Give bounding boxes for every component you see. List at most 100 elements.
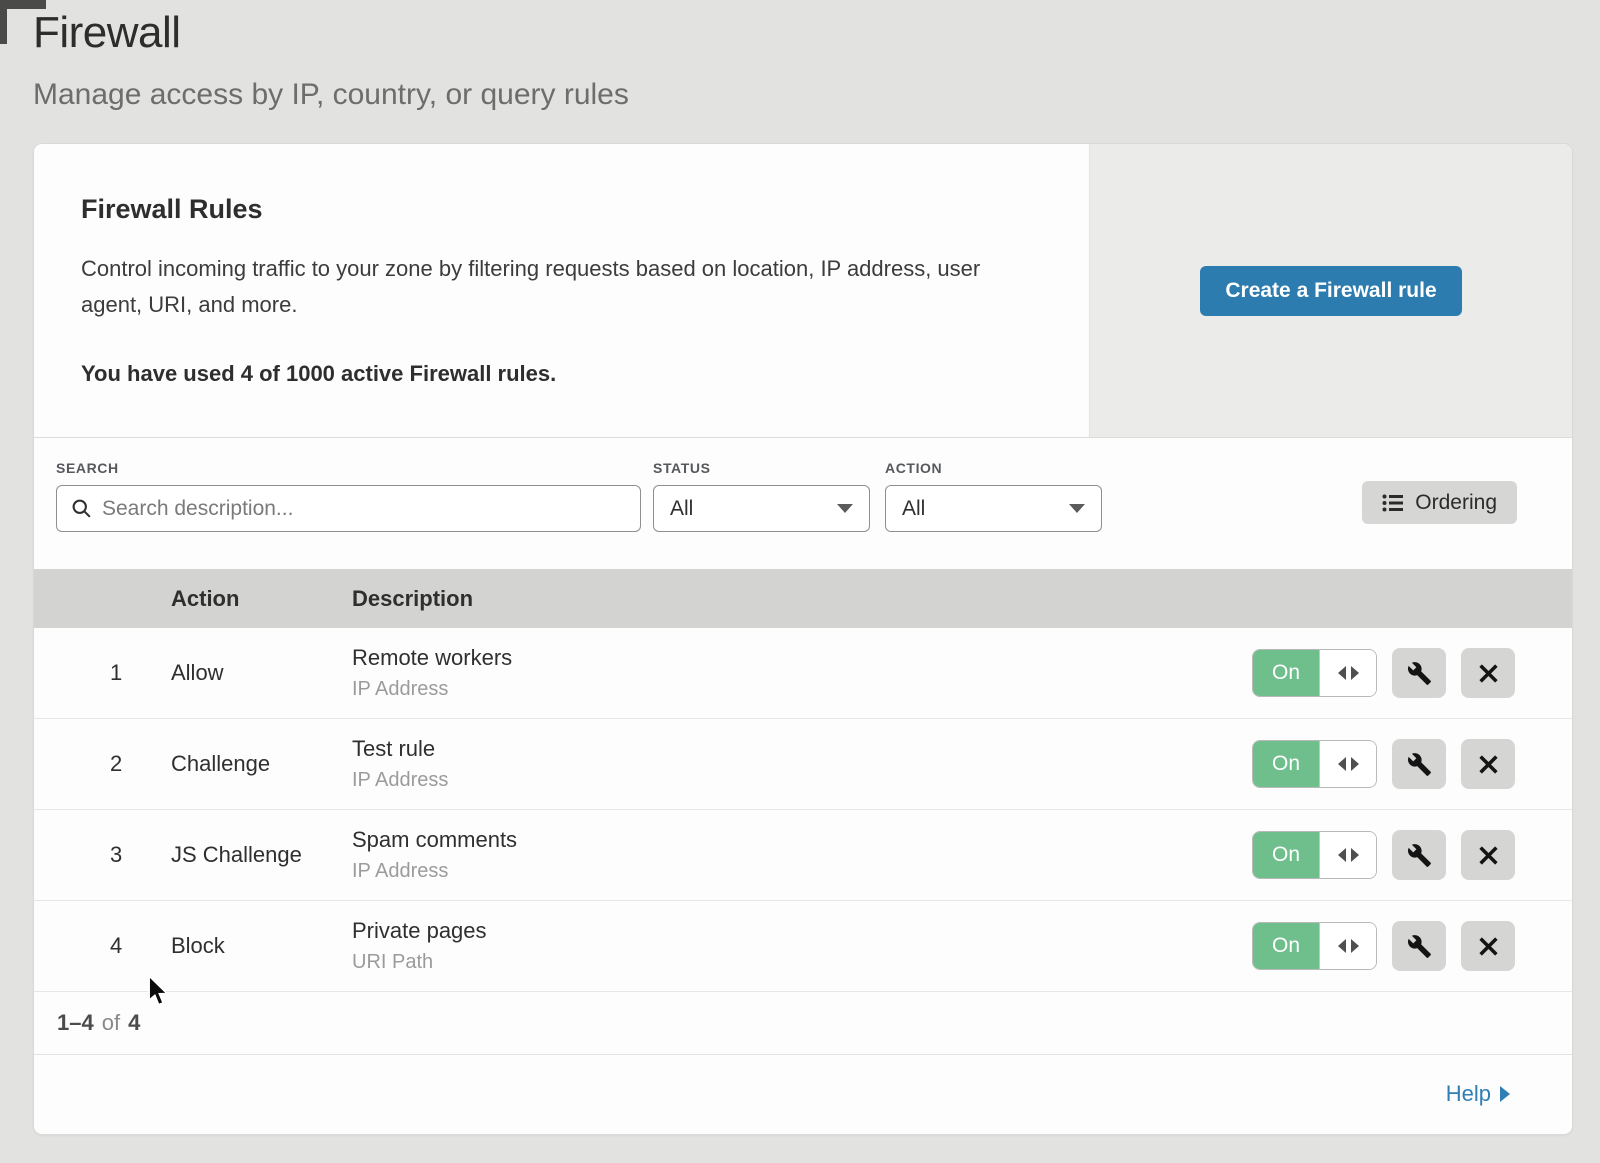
- filter-bar: SEARCH STATUS All ACTION: [34, 438, 1572, 569]
- rule-description-cell: Remote workers IP Address: [352, 645, 1252, 701]
- rule-enabled-toggle[interactable]: On: [1252, 922, 1377, 970]
- wrench-icon: [1407, 752, 1432, 777]
- page-title: Firewall: [33, 8, 181, 58]
- page-subtitle: Manage access by IP, country, or query r…: [33, 78, 629, 112]
- wrench-icon: [1407, 843, 1432, 868]
- rule-controls: On: [1252, 830, 1572, 880]
- usage-summary: You have used 4 of 1000 active Firewall …: [81, 361, 1041, 387]
- arrow-left-icon: [1338, 757, 1346, 771]
- rule-match-type: IP Address: [352, 860, 1252, 883]
- rule-action: JS Challenge: [171, 842, 352, 868]
- toggle-on-label: On: [1253, 832, 1319, 878]
- arrow-right-icon: [1351, 848, 1359, 862]
- edit-rule-button[interactable]: [1392, 921, 1446, 971]
- toggle-handle[interactable]: [1319, 832, 1376, 878]
- action-column-header: Action: [171, 586, 352, 612]
- status-select[interactable]: All: [653, 485, 870, 532]
- delete-rule-button[interactable]: [1461, 921, 1515, 971]
- chevron-down-icon: [837, 504, 853, 513]
- close-icon: [1478, 936, 1499, 957]
- create-rule-panel: Create a Firewall rule: [1089, 144, 1572, 437]
- rule-controls: On: [1252, 648, 1572, 698]
- close-icon: [1478, 845, 1499, 866]
- toggle-handle[interactable]: [1319, 741, 1376, 787]
- ordering-button-label: Ordering: [1415, 491, 1497, 515]
- rule-match-type: IP Address: [352, 769, 1252, 792]
- rule-enabled-toggle[interactable]: On: [1252, 740, 1377, 788]
- action-select[interactable]: All: [885, 485, 1102, 532]
- arrow-left-icon: [1338, 666, 1346, 680]
- rule-description-cell: Spam comments IP Address: [352, 827, 1252, 883]
- rule-match-type: URI Path: [352, 951, 1252, 974]
- arrow-right-icon: [1351, 757, 1359, 771]
- table-row: 4 Block Private pages URI Path On: [34, 901, 1572, 992]
- toggle-on-label: On: [1253, 741, 1319, 787]
- overview-heading: Firewall Rules: [81, 194, 1041, 225]
- search-input[interactable]: [102, 497, 626, 521]
- toggle-on-label: On: [1253, 650, 1319, 696]
- overview-section: Firewall Rules Control incoming traffic …: [34, 144, 1572, 438]
- pagination-of: of: [102, 1010, 120, 1036]
- table-row: 3 JS Challenge Spam comments IP Address …: [34, 810, 1572, 901]
- rule-description: Private pages: [352, 918, 1252, 944]
- close-icon: [1478, 663, 1499, 684]
- rule-description: Remote workers: [352, 645, 1252, 671]
- status-filter-group: STATUS All: [653, 460, 870, 532]
- rule-description-cell: Private pages URI Path: [352, 918, 1252, 974]
- delete-rule-button[interactable]: [1461, 648, 1515, 698]
- toggle-on-label: On: [1253, 923, 1319, 969]
- delete-rule-button[interactable]: [1461, 739, 1515, 789]
- delete-rule-button[interactable]: [1461, 830, 1515, 880]
- pagination: 1–4 of 4: [34, 992, 1572, 1055]
- chevron-down-icon: [1069, 504, 1085, 513]
- pagination-total: 4: [128, 1010, 140, 1036]
- status-label: STATUS: [653, 460, 870, 476]
- arrow-right-icon: [1351, 939, 1359, 953]
- rule-priority: 2: [34, 751, 171, 777]
- rule-action: Allow: [171, 660, 352, 686]
- create-firewall-rule-button[interactable]: Create a Firewall rule: [1200, 266, 1461, 316]
- overview-description: Control incoming traffic to your zone by…: [81, 251, 1031, 323]
- edit-rule-button[interactable]: [1392, 830, 1446, 880]
- rule-description: Spam comments: [352, 827, 1252, 853]
- firewall-rules-card: Firewall Rules Control incoming traffic …: [33, 143, 1573, 1135]
- rule-enabled-toggle[interactable]: On: [1252, 831, 1377, 879]
- search-input-wrap: [56, 485, 641, 532]
- rule-match-type: IP Address: [352, 678, 1252, 701]
- edit-rule-button[interactable]: [1392, 739, 1446, 789]
- firewall-page: Firewall Manage access by IP, country, o…: [0, 0, 1600, 1163]
- rule-description-cell: Test rule IP Address: [352, 736, 1252, 792]
- search-filter-group: SEARCH: [56, 460, 641, 532]
- arrow-left-icon: [1338, 848, 1346, 862]
- action-filter-group: ACTION All: [885, 460, 1102, 532]
- rule-enabled-toggle[interactable]: On: [1252, 649, 1377, 697]
- rule-priority: 1: [34, 660, 171, 686]
- action-label: ACTION: [885, 460, 1102, 476]
- search-label: SEARCH: [56, 460, 641, 476]
- rule-description: Test rule: [352, 736, 1252, 762]
- window-edge-artifact: [0, 0, 7, 44]
- table-row: 1 Allow Remote workers IP Address On: [34, 628, 1572, 719]
- arrow-right-icon: [1351, 666, 1359, 680]
- rule-priority: 4: [34, 933, 171, 959]
- status-selected-value: All: [670, 497, 693, 521]
- edit-rule-button[interactable]: [1392, 648, 1446, 698]
- wrench-icon: [1407, 934, 1432, 959]
- rule-controls: On: [1252, 739, 1572, 789]
- toggle-handle[interactable]: [1319, 923, 1376, 969]
- arrow-left-icon: [1338, 939, 1346, 953]
- pagination-range: 1–4: [57, 1010, 94, 1036]
- action-selected-value: All: [902, 497, 925, 521]
- rule-controls: On: [1252, 921, 1572, 971]
- help-link[interactable]: Help: [1446, 1081, 1510, 1107]
- toggle-handle[interactable]: [1319, 650, 1376, 696]
- ordering-list-icon: [1382, 493, 1404, 513]
- table-row: 2 Challenge Test rule IP Address On: [34, 719, 1572, 810]
- rule-action: Block: [171, 933, 352, 959]
- ordering-button[interactable]: Ordering: [1362, 481, 1517, 524]
- close-icon: [1478, 754, 1499, 775]
- search-icon: [71, 498, 92, 519]
- rule-action: Challenge: [171, 751, 352, 777]
- rule-priority: 3: [34, 842, 171, 868]
- table-header: Action Description: [34, 569, 1572, 628]
